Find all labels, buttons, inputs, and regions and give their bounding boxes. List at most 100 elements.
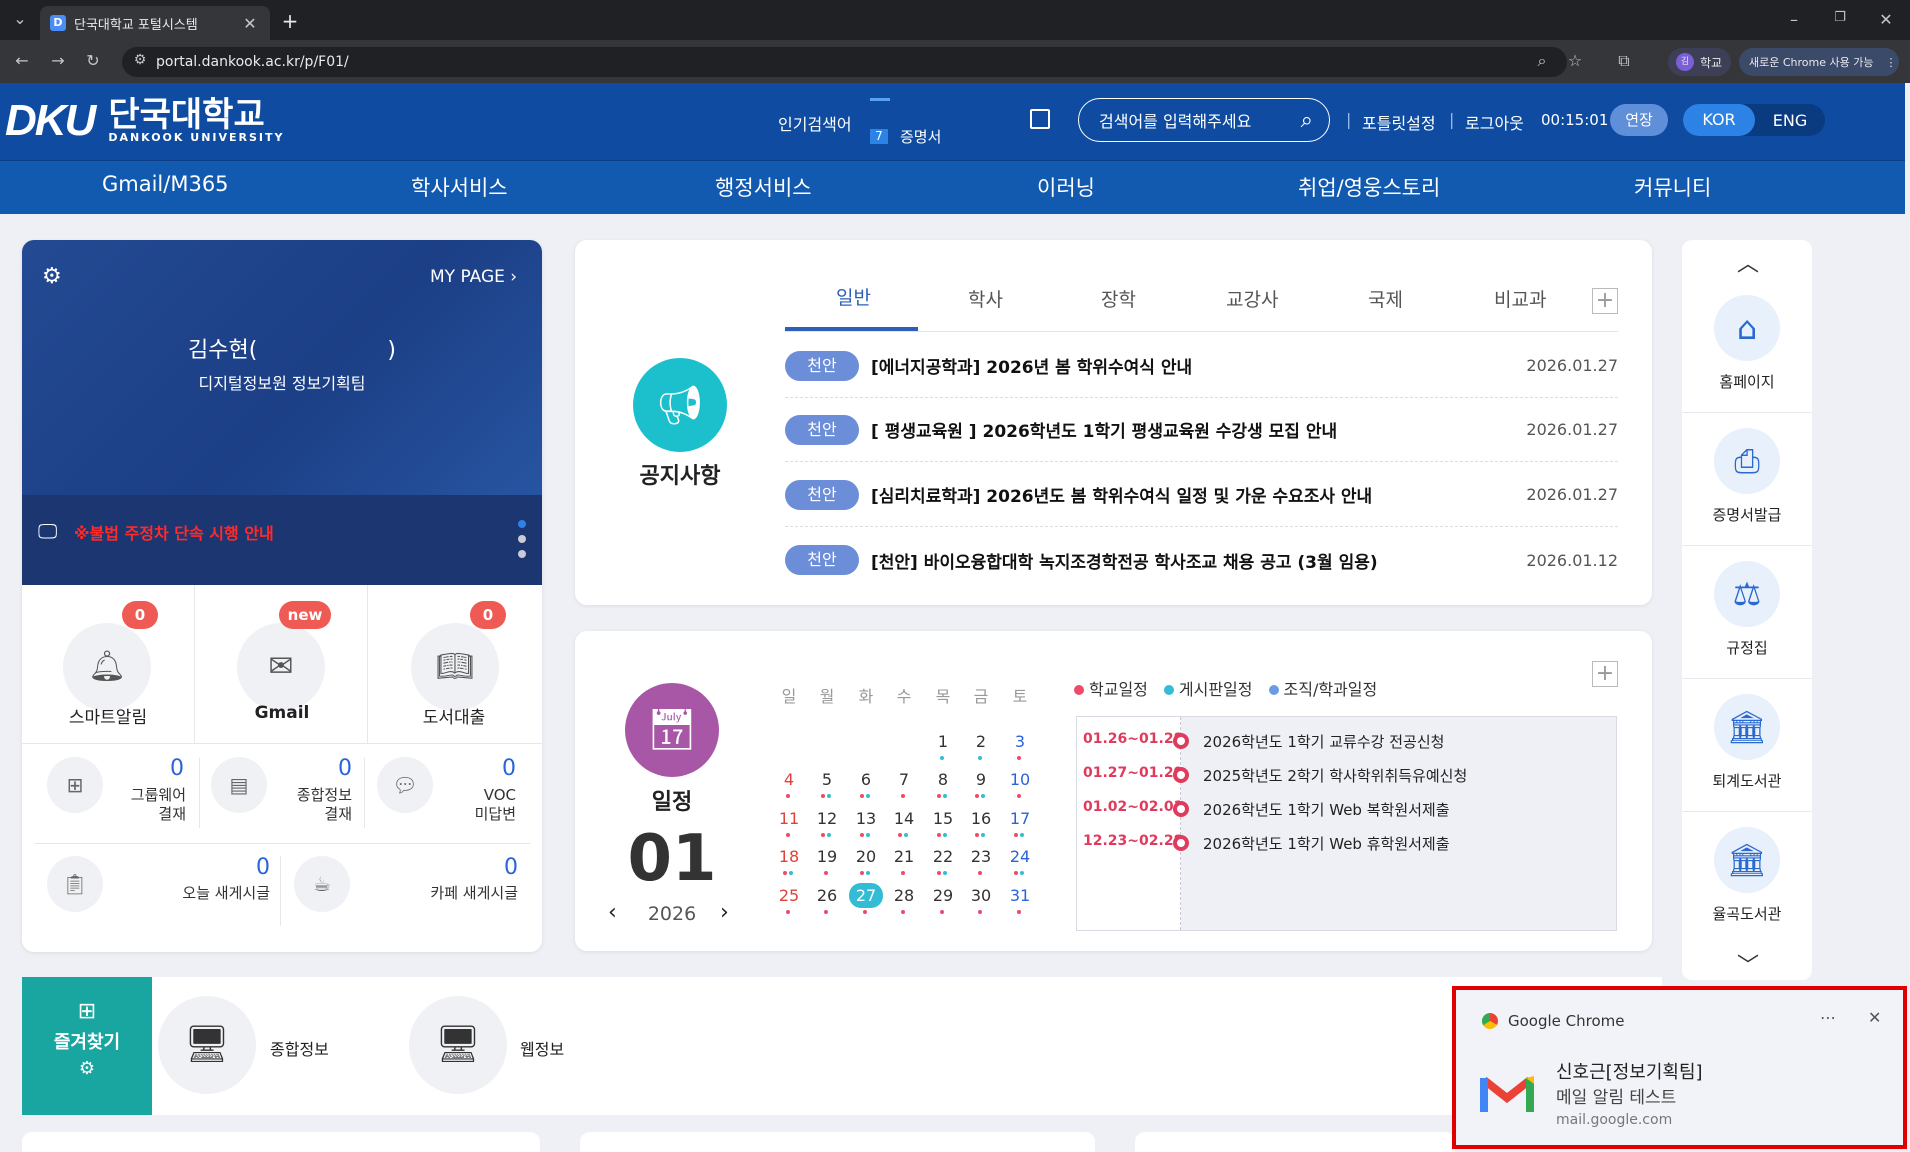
more-plus-icon[interactable]: + [1592, 288, 1618, 314]
calendar-day[interactable]: 22 [928, 847, 958, 866]
smart-alarm-label[interactable]: 스마트알림 [22, 703, 194, 728]
next-month-icon[interactable]: › [720, 900, 729, 925]
site-logo[interactable]: DKU 단국대학교 DANKOOK UNIVERSITY [5, 96, 284, 146]
nav-career[interactable]: 취업/영웅스토리 [1298, 172, 1440, 202]
monitor-user-icon[interactable]: 🖥︎ [409, 996, 507, 1094]
tab-extracurricular[interactable]: 비교과 [1494, 285, 1546, 312]
tab-instructor[interactable]: 교강사 [1226, 285, 1278, 312]
calendar-day[interactable]: 2 [966, 732, 996, 751]
reload-icon[interactable]: ↻ [83, 51, 103, 70]
favorite-general-info[interactable]: 종합정보 [270, 1036, 329, 1060]
calendar-day[interactable]: 26 [812, 886, 842, 905]
legend-dept[interactable]: 조직/학과일정 [1284, 680, 1378, 699]
profile-button[interactable]: 김 학교 [1668, 48, 1731, 76]
url-field[interactable]: portal.dankook.ac.kr/p/F01/ [122, 47, 1567, 77]
layout-icon[interactable] [1030, 109, 1050, 129]
lang-kor-button[interactable]: KOR [1683, 104, 1755, 136]
notice-title[interactable]: [ 평생교육원 ] 2026학년도 1학기 평생교육원 수강생 모집 안내 [871, 417, 1526, 442]
slide-dot[interactable] [518, 535, 526, 543]
calendar-day[interactable]: 21 [889, 847, 919, 866]
tab-search-icon[interactable]: ⌄ [10, 9, 30, 28]
tab-scholarship[interactable]: 장학 [1101, 285, 1136, 312]
extensions-icon[interactable]: ⧉ [1614, 51, 1634, 71]
zoom-icon[interactable]: ⌕ [1532, 51, 1552, 71]
notice-row[interactable]: 천안 [천안] 바이오융합대학 녹지조경학전공 학사조교 채용 공고 (3월 임… [785, 528, 1618, 592]
calendar-day[interactable]: 10 [1005, 770, 1035, 789]
nav-gmail[interactable]: Gmail/M365 [102, 172, 229, 196]
groupware-count[interactable]: 0 [130, 756, 184, 781]
event-title[interactable]: 2025학년도 2학기 학사학위취득유예신청 [1203, 765, 1467, 786]
toast-more-icon[interactable]: ⋯ [1820, 1008, 1836, 1027]
calendar-day[interactable]: 31 [1005, 886, 1035, 905]
site-info-icon[interactable]: ⚙ [130, 52, 150, 68]
schedule-plus-icon[interactable]: + [1592, 661, 1618, 687]
chrome-update-button[interactable]: 새로운 Chrome 사용 가능 ⋮ [1739, 48, 1899, 76]
chevron-down-icon[interactable]: ﹀ [1737, 948, 1759, 980]
library-icon[interactable]: 🏛︎ [1714, 694, 1780, 760]
quick-certificate[interactable]: 증명서발급 [1682, 504, 1812, 525]
slide-dot[interactable] [518, 520, 526, 528]
legend-school[interactable]: 학교일정 [1089, 680, 1148, 699]
today-posts-count[interactable]: 0 [210, 855, 270, 880]
new-tab-icon[interactable]: + [280, 9, 300, 33]
calendar-day[interactable]: 6 [851, 770, 881, 789]
extend-session-button[interactable]: 연장 [1610, 104, 1668, 136]
event-title[interactable]: 2026학년도 1학기 Web 복학원서제출 [1203, 799, 1450, 820]
notice-title[interactable]: [천안] 바이오융합대학 녹지조경학전공 학사조교 채용 공고 (3월 임용) [871, 548, 1526, 573]
calendar-day[interactable]: 14 [889, 809, 919, 828]
calendar-day[interactable]: 29 [928, 886, 958, 905]
legend-board[interactable]: 게시판일정 [1179, 680, 1253, 699]
event-title[interactable]: 2026학년도 1학기 Web 휴학원서제출 [1203, 833, 1450, 854]
clipboard-icon[interactable]: 📋︎ [47, 856, 103, 912]
toast-close-icon[interactable]: ✕ [1868, 1008, 1881, 1027]
notice-row[interactable]: 천안 [에너지공학과] 2026년 봄 학위수여식 안내 2026.01.27 [785, 334, 1618, 398]
logout-link[interactable]: 로그아웃 [1465, 110, 1524, 134]
calendar-day[interactable]: 28 [889, 886, 919, 905]
calendar-day[interactable]: 9 [966, 770, 996, 789]
notice-title[interactable]: [에너지공학과] 2026년 봄 학위수여식 안내 [871, 353, 1526, 378]
nav-academic[interactable]: 학사서비스 [411, 172, 508, 202]
portlet-settings-link[interactable]: 포틀릿설정 [1362, 110, 1436, 134]
calendar-day[interactable]: 30 [966, 886, 996, 905]
restore-icon[interactable]: ❐ [1830, 10, 1850, 25]
minimize-icon[interactable]: – [1784, 10, 1804, 29]
calendar-day[interactable]: 17 [1005, 809, 1035, 828]
coffee-icon[interactable]: ☕︎ [294, 856, 350, 912]
search-icon[interactable]: ⌕ [1301, 108, 1313, 133]
calendar-day[interactable]: 15 [928, 809, 958, 828]
calendar-day[interactable]: 8 [928, 770, 958, 789]
event-title[interactable]: 2026학년도 1학기 교류수강 전공신청 [1203, 731, 1444, 752]
library-loan-label[interactable]: 도서대출 [368, 703, 540, 728]
calendar-day[interactable]: 19 [812, 847, 842, 866]
favorites-tab[interactable]: ⊞ 즐겨찾기 ⚙ [22, 977, 152, 1115]
browser-tab[interactable]: D 단국대학교 포털시스템 ✕ [40, 6, 270, 40]
quick-rules[interactable]: 규정집 [1682, 637, 1812, 658]
menu-dots-icon[interactable]: ⋮ [1885, 56, 1896, 69]
mail-icon[interactable]: ✉ [237, 623, 325, 711]
calendar-day[interactable]: 5 [812, 770, 842, 789]
calendar-day[interactable]: 7 [889, 770, 919, 789]
search-field[interactable]: 검색어를 입력해주세요 ⌕ [1078, 98, 1330, 142]
favorites-settings-icon[interactable]: ⚙ [22, 1058, 152, 1079]
gmail-label[interactable]: Gmail [196, 703, 368, 723]
calendar-day[interactable]: 18 [774, 847, 804, 866]
notice-row[interactable]: 천안 [심리치료학과] 2026년도 봄 학위수여식 일정 및 가운 수요조사 … [785, 463, 1618, 527]
library-icon[interactable]: 🏛︎ [1714, 827, 1780, 893]
calendar-day[interactable]: 1 [928, 732, 958, 751]
general-info-count[interactable]: 0 [298, 756, 352, 781]
calendar-day[interactable]: 12 [812, 809, 842, 828]
nav-admin[interactable]: 행정서비스 [715, 172, 812, 202]
quick-yulgok-library[interactable]: 율곡도서관 [1682, 903, 1812, 924]
tab-academic[interactable]: 학사 [968, 285, 1003, 312]
calendar-day[interactable]: 11 [774, 809, 804, 828]
calendar-day[interactable]: 4 [774, 770, 804, 789]
nav-elearning[interactable]: 이러닝 [1037, 172, 1095, 202]
rules-icon[interactable]: ⚖ [1714, 561, 1780, 627]
forward-icon[interactable]: → [48, 51, 68, 70]
book-icon[interactable]: 📖︎ [411, 623, 499, 711]
calendar-day-today[interactable]: 27 [849, 883, 883, 908]
lang-eng-button[interactable]: ENG [1755, 111, 1825, 130]
monitor-user-icon[interactable]: 🖥︎ [158, 996, 256, 1094]
chrome-notification[interactable]: Google Chrome ⋯ ✕ 신호근[정보기획팀] 메일 알림 테스트 m… [1452, 986, 1907, 1149]
notice-title[interactable]: [심리치료학과] 2026년도 봄 학위수여식 일정 및 가운 수요조사 안내 [871, 482, 1526, 507]
